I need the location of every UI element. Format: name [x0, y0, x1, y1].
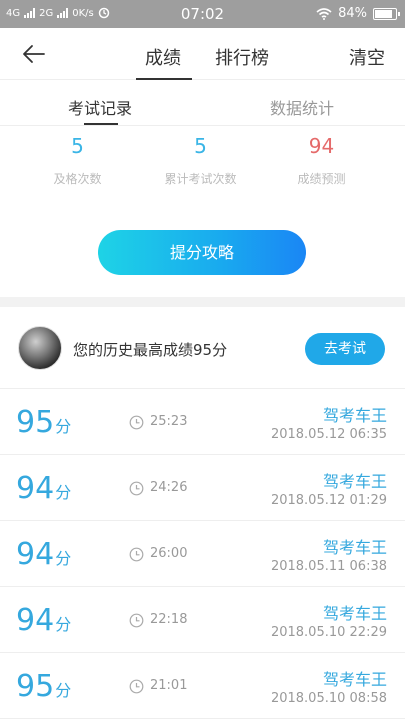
- record-score: 94分: [16, 537, 71, 572]
- battery-icon: [373, 7, 400, 20]
- score-unit: 分: [55, 615, 72, 634]
- score-unit: 分: [55, 549, 72, 568]
- stat-total-exams: 5 累计考试次数: [133, 126, 268, 187]
- record-duration: 24:26: [150, 480, 188, 495]
- nav-bar: 成绩 排行榜 清空: [0, 28, 405, 80]
- record-title: 驾考车王: [322, 538, 387, 557]
- status-bar: 4G 2G 0K/s 07:02 84%: [0, 0, 405, 28]
- exam-record-list: 95分 25:23 驾考车王 2018.05.12 06:35 94分 24:2…: [0, 389, 405, 719]
- section-divider: [0, 297, 405, 307]
- score-unit: 分: [55, 483, 72, 502]
- take-exam-button[interactable]: 去考试: [305, 333, 385, 365]
- record-score: 95分: [16, 669, 71, 704]
- stat-value: 5: [194, 134, 207, 158]
- stat-value: 94: [308, 134, 335, 158]
- record-date: 2018.05.12 01:29: [270, 493, 387, 508]
- score-value: 94: [16, 537, 55, 572]
- stat-pass-count: 5 及格次数: [10, 126, 145, 187]
- score-value: 94: [16, 603, 55, 638]
- status-right: 84%: [316, 6, 400, 21]
- clock-icon: [129, 613, 144, 628]
- record-duration: 21:01: [150, 678, 188, 693]
- record-row[interactable]: 95分 21:01 驾考车王 2018.05.10 08:58: [0, 653, 405, 719]
- record-date: 2018.05.12 06:35: [270, 427, 387, 442]
- back-arrow-icon[interactable]: [20, 40, 48, 68]
- record-row[interactable]: 94分 24:26 驾考车王 2018.05.12 01:29: [0, 455, 405, 521]
- record-row[interactable]: 95分 25:23 驾考车王 2018.05.12 06:35: [0, 389, 405, 455]
- clear-button[interactable]: 清空: [349, 44, 385, 70]
- record-title: 驾考车王: [322, 670, 387, 689]
- record-title: 驾考车王: [322, 604, 387, 623]
- score-value: 94: [16, 471, 55, 506]
- tab-exam-records-underline: [84, 123, 118, 125]
- stat-label: 累计考试次数: [164, 172, 237, 186]
- stats-summary: 5 及格次数 5 累计考试次数 94 成绩预测: [0, 126, 405, 216]
- best-score-banner: 您的历史最高成绩95分 去考试: [0, 307, 405, 389]
- record-duration: 26:00: [150, 546, 188, 561]
- record-date: 2018.05.10 22:29: [270, 625, 387, 640]
- record-title: 驾考车王: [322, 472, 387, 491]
- clock-icon: [129, 679, 144, 694]
- clock-icon: [129, 415, 144, 430]
- record-date: 2018.05.11 06:38: [270, 559, 387, 574]
- record-row[interactable]: 94分 26:00 驾考车王 2018.05.11 06:38: [0, 521, 405, 587]
- battery-percent: 84%: [338, 6, 367, 21]
- score-unit: 分: [55, 417, 72, 436]
- stat-value: 5: [71, 134, 84, 158]
- score-value: 95: [16, 669, 55, 704]
- avatar: [18, 326, 62, 370]
- tab-data-stats[interactable]: 数据统计: [270, 95, 334, 119]
- improve-tips-button[interactable]: 提分攻略: [98, 230, 306, 275]
- record-title: 驾考车王: [322, 406, 387, 425]
- record-score: 94分: [16, 471, 71, 506]
- record-date: 2018.05.10 08:58: [270, 691, 387, 706]
- score-value: 95: [16, 405, 55, 440]
- tab-exam-records[interactable]: 考试记录: [68, 95, 132, 119]
- record-duration: 22:18: [150, 612, 188, 627]
- stat-score-prediction: 94 成绩预测: [254, 126, 389, 187]
- tab-score[interactable]: 成绩: [145, 44, 181, 70]
- record-score: 94分: [16, 603, 71, 638]
- record-score: 95分: [16, 405, 71, 440]
- record-row[interactable]: 94分 22:18 驾考车王 2018.05.10 22:29: [0, 587, 405, 653]
- best-score-text: 您的历史最高成绩95分: [73, 341, 228, 359]
- clock-icon: [129, 547, 144, 562]
- score-unit: 分: [55, 681, 72, 700]
- sub-tabs: 考试记录 数据统计: [0, 80, 405, 126]
- wifi-icon: [316, 7, 332, 20]
- tab-ranking[interactable]: 排行榜: [215, 44, 269, 70]
- clock-icon: [129, 481, 144, 496]
- stat-label: 及格次数: [53, 172, 102, 186]
- stat-label: 成绩预测: [297, 172, 346, 186]
- record-duration: 25:23: [150, 414, 188, 429]
